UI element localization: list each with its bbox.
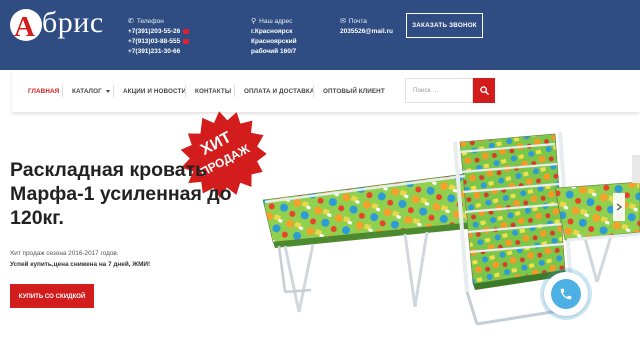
phone-number-1[interactable]: +7(391)203-55-26 [128,28,180,35]
nav-label: ГЛАВНАЯ [28,87,60,95]
hero-subtitle: Хит продаж сезона 2016-2017 годов. [10,250,119,257]
search-input[interactable] [405,78,473,103]
hero-promo-text: Успей купить,цена снижена на 7 дней, ЖМИ… [10,261,151,268]
nav-label: АКЦИИ И НОВОСТИ [123,87,187,95]
nav-label: ОПТОВЫЙ КЛИЕНТ [323,87,385,95]
nav-divider [113,85,114,97]
address-heading: Наш адрес [259,18,293,25]
nav-item-catalog[interactable]: КАТАЛОГ [72,70,110,112]
operator-badge-icon [183,38,190,44]
main-nav: ГЛАВНАЯ КАТАЛОГ АКЦИИ И НОВОСТИ КОНТАКТЫ… [12,70,640,112]
floating-call-button[interactable] [544,272,588,316]
phone-block: ✆ Телефон +7(391)203-55-26 +7(913)03-88-5… [128,17,190,57]
envelope-icon: ✉ [340,18,346,25]
nav-label: КАТАЛОГ [72,87,102,95]
nav-divider [62,85,63,97]
nav-label: КОНТАКТЫ [195,87,232,95]
hero-title-line-3: 120кг. [10,207,64,229]
address-block: ⚲ Наш адрес г.Красноярск Красноярский раб… [251,17,297,57]
nav-item-home[interactable]: ГЛАВНАЯ [28,70,59,112]
address-line-1: г.Красноярск [251,28,293,35]
phone-number-2[interactable]: +7(913)03-88-555 [128,38,180,45]
hero-title-line-1: Раскладная кровать [10,159,208,181]
phone-icon: ✆ [128,18,134,25]
map-pin-icon: ⚲ [251,18,257,25]
request-call-button[interactable]: ЗАКАЗАТЬ ЗВОНОК [406,13,483,38]
slider-side-tab[interactable] [632,155,640,183]
hero-title: Раскладная кровать Марфа-1 усиленная до … [10,158,270,230]
floating-call-inner [551,279,581,309]
address-line-2: Красноярский [251,38,297,45]
phone-handset-icon [560,288,572,300]
svg-text:А: А [14,11,35,43]
address-line-3: рабочий 160/7 [251,48,297,55]
hero-title-line-2: Марфа-1 усиленная до [10,183,232,205]
logo-text[interactable]: брис [42,8,104,38]
phone-number-3[interactable]: +7(391)231-30-66 [128,48,180,55]
phone-heading: Телефон [136,18,164,25]
operator-badge-icon [183,28,190,34]
nav-item-payment-delivery[interactable]: ОПЛАТА И ДОСТАВКА [244,70,315,112]
search-icon [479,86,489,95]
top-header: А брис ✆ Телефон +7(391)203-55-26 +7(913)… [0,0,640,70]
buy-with-discount-button[interactable]: КУПИТЬ СО СКИДКОЙ [10,284,94,308]
chevron-down-icon [105,89,110,93]
nav-item-contacts[interactable]: КОНТАКТЫ [195,70,231,112]
nav-label: ОПЛАТА И ДОСТАВКА [244,87,315,95]
slider-next-button[interactable] [613,193,625,221]
brand-name-rest: брис [42,6,104,39]
nav-item-news[interactable]: АКЦИИ И НОВОСТИ [123,70,186,112]
nav-divider [234,85,235,97]
nav-divider [313,85,314,97]
nav-item-wholesale[interactable]: ОПТОВЫЙ КЛИЕНТ [323,70,385,112]
email-link[interactable]: 2035526@mail.ru [340,27,393,37]
nav-divider [185,85,186,97]
mail-block: ✉ Почта 2035526@mail.ru [340,17,393,37]
chevron-right-icon [616,203,622,211]
mail-heading: Почта [348,18,367,25]
search-button[interactable] [473,78,495,103]
